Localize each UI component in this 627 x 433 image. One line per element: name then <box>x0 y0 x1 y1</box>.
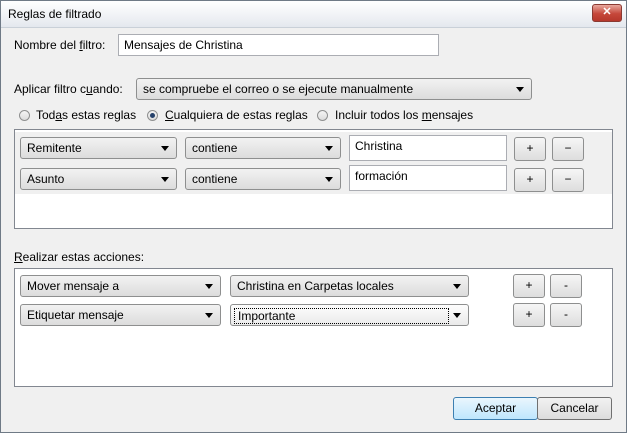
filter-rules-dialog: Reglas de filtrado ✕ Nombre del filtro: … <box>0 0 627 433</box>
radio-all-messages[interactable] <box>317 110 328 121</box>
close-icon: ✕ <box>602 6 612 18</box>
close-button[interactable]: ✕ <box>592 4 622 22</box>
remove-rule-button[interactable]: − <box>552 168 584 192</box>
title-bar: Reglas de filtrado ✕ <box>1 1 626 28</box>
radio-any-rule[interactable] <box>147 110 158 121</box>
chevron-down-icon <box>325 146 333 151</box>
rule-field-dropdown[interactable]: Remitente <box>20 137 177 159</box>
add-rule-button[interactable]: + <box>514 137 546 161</box>
rule-field-value: Remitente <box>27 141 82 155</box>
filter-name-input[interactable]: Mensajes de Christina <box>118 34 439 56</box>
radio-any-rule-label[interactable]: Cualquiera de estas reglas <box>165 108 308 122</box>
chevron-down-icon <box>516 87 524 92</box>
rule-operator-value: contiene <box>192 141 238 155</box>
radio-all-rules[interactable] <box>19 110 30 121</box>
rule-value-input[interactable]: Christina <box>349 135 507 161</box>
rule-field-dropdown[interactable]: Asunto <box>20 168 177 190</box>
chevron-down-icon <box>161 146 169 151</box>
action-target-value: Importante <box>234 308 449 324</box>
apply-when-value: se compruebe el correo o se ejecute manu… <box>143 82 414 96</box>
chevron-down-icon <box>325 177 333 182</box>
action-type-dropdown[interactable]: Etiquetar mensaje <box>20 304 221 326</box>
action-type-value: Etiquetar mensaje <box>27 308 124 322</box>
action-type-dropdown[interactable]: Mover mensaje a <box>20 275 221 297</box>
radio-all-messages-label[interactable]: Incluir todos los mensajes <box>335 108 473 122</box>
add-action-button[interactable]: + <box>513 303 545 327</box>
chevron-down-icon <box>205 284 213 289</box>
accept-button[interactable]: Aceptar <box>453 397 538 420</box>
action-target-dropdown[interactable]: Importante <box>230 304 469 326</box>
rule-value-input[interactable]: formación <box>349 165 507 191</box>
window-title: Reglas de filtrado <box>8 7 102 21</box>
rule-field-value: Asunto <box>27 172 65 186</box>
chevron-down-icon <box>453 284 461 289</box>
add-action-button[interactable]: + <box>513 274 545 298</box>
action-target-value: Christina en Carpetas locales <box>237 279 394 293</box>
radio-all-rules-label[interactable]: Todas estas reglas <box>36 108 136 122</box>
rule-operator-value: contiene <box>192 172 238 186</box>
remove-action-button[interactable]: - <box>550 303 582 327</box>
actions-label: Realizar estas acciones: <box>14 250 145 264</box>
filter-name-label: Nombre del filtro: <box>14 38 106 52</box>
cancel-button[interactable]: Cancelar <box>537 397 612 420</box>
chevron-down-icon <box>205 313 213 318</box>
chevron-down-icon <box>453 313 461 318</box>
remove-rule-button[interactable]: − <box>552 137 584 161</box>
action-type-value: Mover mensaje a <box>27 279 120 293</box>
apply-when-label: Aplicar filtro cuando: <box>14 82 123 96</box>
action-target-dropdown[interactable]: Christina en Carpetas locales <box>230 275 469 297</box>
remove-action-button[interactable]: - <box>550 274 582 298</box>
rule-operator-dropdown[interactable]: contiene <box>185 137 341 159</box>
apply-when-dropdown[interactable]: se compruebe el correo o se ejecute manu… <box>136 78 532 100</box>
rule-operator-dropdown[interactable]: contiene <box>185 168 341 190</box>
chevron-down-icon <box>161 177 169 182</box>
add-rule-button[interactable]: + <box>514 168 546 192</box>
